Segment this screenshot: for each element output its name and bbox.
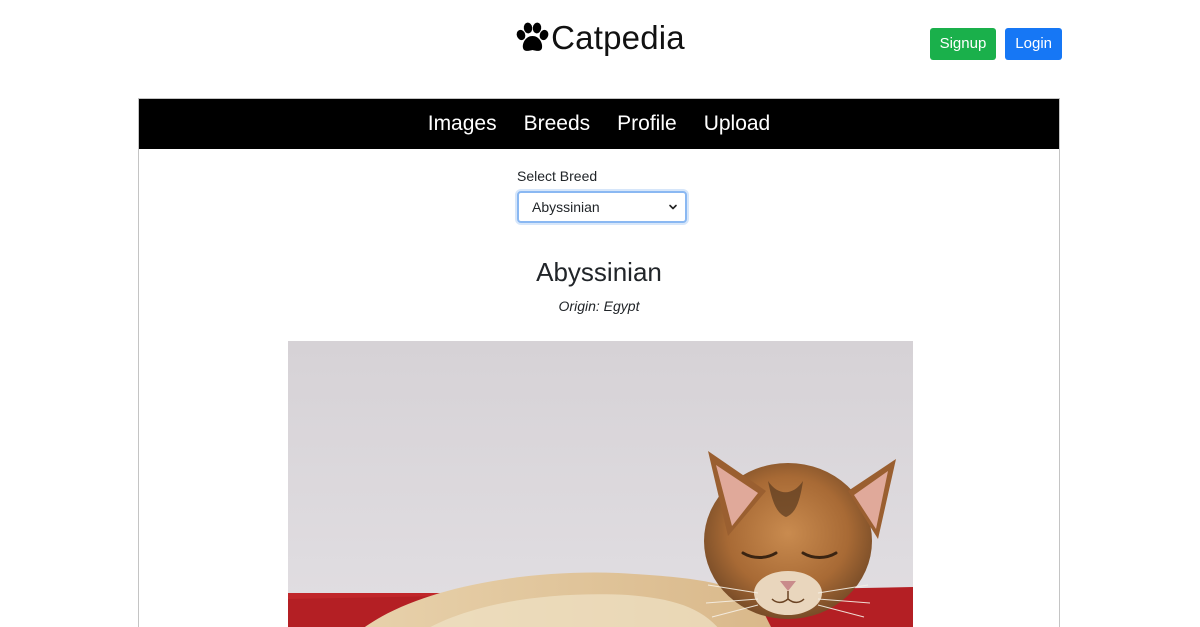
breed-select-label: Select Breed: [517, 168, 598, 184]
auth-buttons: Signup Login: [929, 28, 1062, 60]
main-card: Images Breeds Profile Upload Select Bree…: [138, 98, 1060, 627]
breed-select-group: Select Breed Abyssinian: [517, 168, 687, 223]
breed-origin: Origin: Egypt: [558, 298, 640, 314]
nav-item-profile[interactable]: Profile: [617, 99, 677, 149]
breed-photo: [288, 341, 913, 627]
login-button[interactable]: Login: [1005, 28, 1062, 60]
breed-select[interactable]: Abyssinian: [517, 191, 687, 223]
cat-photo-image: [288, 341, 913, 627]
signup-button[interactable]: Signup: [929, 28, 997, 60]
breed-name: Abyssinian: [536, 257, 662, 287]
page: Catpedia Signup Login Images Breeds Prof…: [0, 0, 1200, 627]
chevron-down-icon: [669, 204, 677, 210]
paw-icon: [516, 22, 549, 51]
breed-select-value: Abyssinian: [532, 199, 600, 215]
nav-item-breeds[interactable]: Breeds: [524, 99, 591, 149]
brand-title: Catpedia: [551, 19, 685, 56]
nav-item-images[interactable]: Images: [428, 99, 497, 149]
nav-item-upload[interactable]: Upload: [704, 99, 771, 149]
main-nav: Images Breeds Profile Upload: [139, 99, 1059, 149]
